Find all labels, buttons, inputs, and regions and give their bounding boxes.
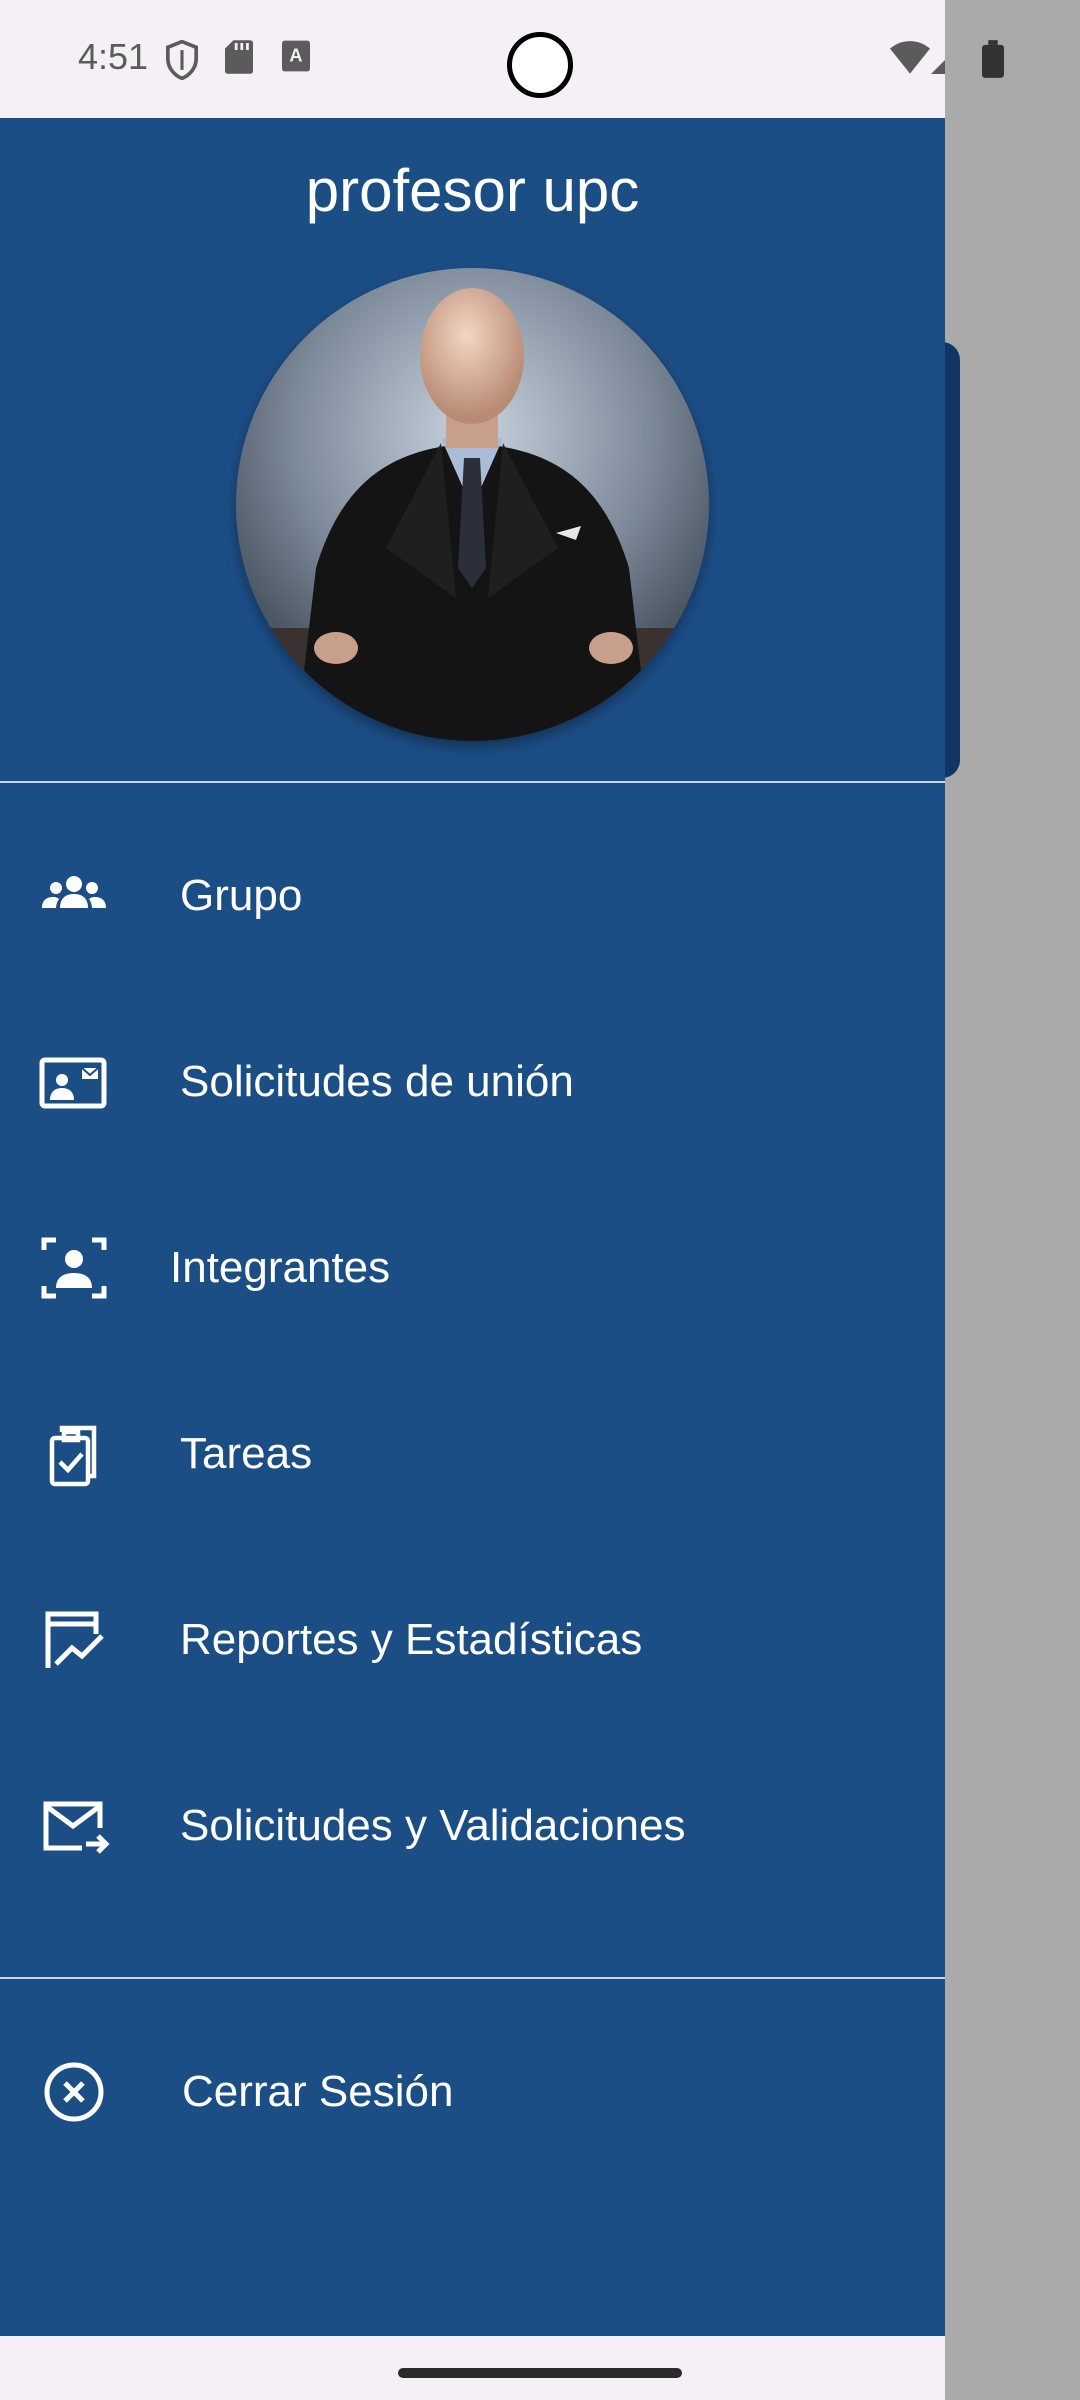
menu-item-label: Grupo <box>180 871 303 920</box>
avatar[interactable] <box>236 268 709 741</box>
svg-text:A: A <box>289 46 302 66</box>
menu-item-label: Tareas <box>180 1429 313 1478</box>
keyboard-a-icon: A <box>282 40 310 77</box>
menu-item-grupo[interactable]: Grupo <box>0 821 945 971</box>
menu-item-label: Reportes y Estadísticas <box>180 1615 643 1664</box>
status-bar: 4:51 A <box>0 0 945 118</box>
menu-item-label: Solicitudes de unión <box>180 1057 574 1106</box>
mail-forward-icon <box>38 1790 110 1862</box>
profile-name: profesor upc <box>305 157 640 224</box>
close-circle-icon <box>38 2056 110 2128</box>
drawer-header: profesor upc <box>0 118 945 781</box>
wifi-icon <box>890 40 930 79</box>
menu-item-solicitudes-validaciones[interactable]: Solicitudes y Validaciones <box>0 1751 945 1901</box>
clipboard-check-icon <box>38 1418 110 1490</box>
home-gesture-handle[interactable] <box>398 2368 682 2378</box>
menu-item-reportes[interactable]: Reportes y Estadísticas <box>0 1565 945 1715</box>
menu-divider <box>0 1977 945 1979</box>
menu-item-integrantes[interactable]: Integrantes <box>0 1193 945 1343</box>
menu-item-label: Integrantes <box>170 1243 391 1292</box>
menu-item-solicitudes-union[interactable]: Solicitudes de unión <box>0 1007 945 1157</box>
menu-item-label: Solicitudes y Validaciones <box>180 1801 686 1850</box>
shield-icon <box>165 39 199 85</box>
contact-card-mail-icon <box>38 1046 110 1118</box>
cell-signal-icon <box>930 40 945 79</box>
header-divider <box>0 781 945 783</box>
navigation-drawer: 4:51 A profesor upc Grupo Solicitudes de… <box>0 0 945 2400</box>
logout-label: Cerrar Sesión <box>182 2067 454 2116</box>
group-icon <box>38 860 110 932</box>
camera-cutout <box>507 32 573 98</box>
logout-button[interactable]: Cerrar Sesión <box>0 2017 945 2167</box>
battery-icon <box>982 40 1004 83</box>
sd-card-icon <box>225 40 253 79</box>
report-chart-icon <box>38 1604 110 1676</box>
menu-item-tareas[interactable]: Tareas <box>0 1379 945 1529</box>
person-frame-icon <box>38 1232 110 1304</box>
status-time: 4:51 <box>78 36 149 77</box>
